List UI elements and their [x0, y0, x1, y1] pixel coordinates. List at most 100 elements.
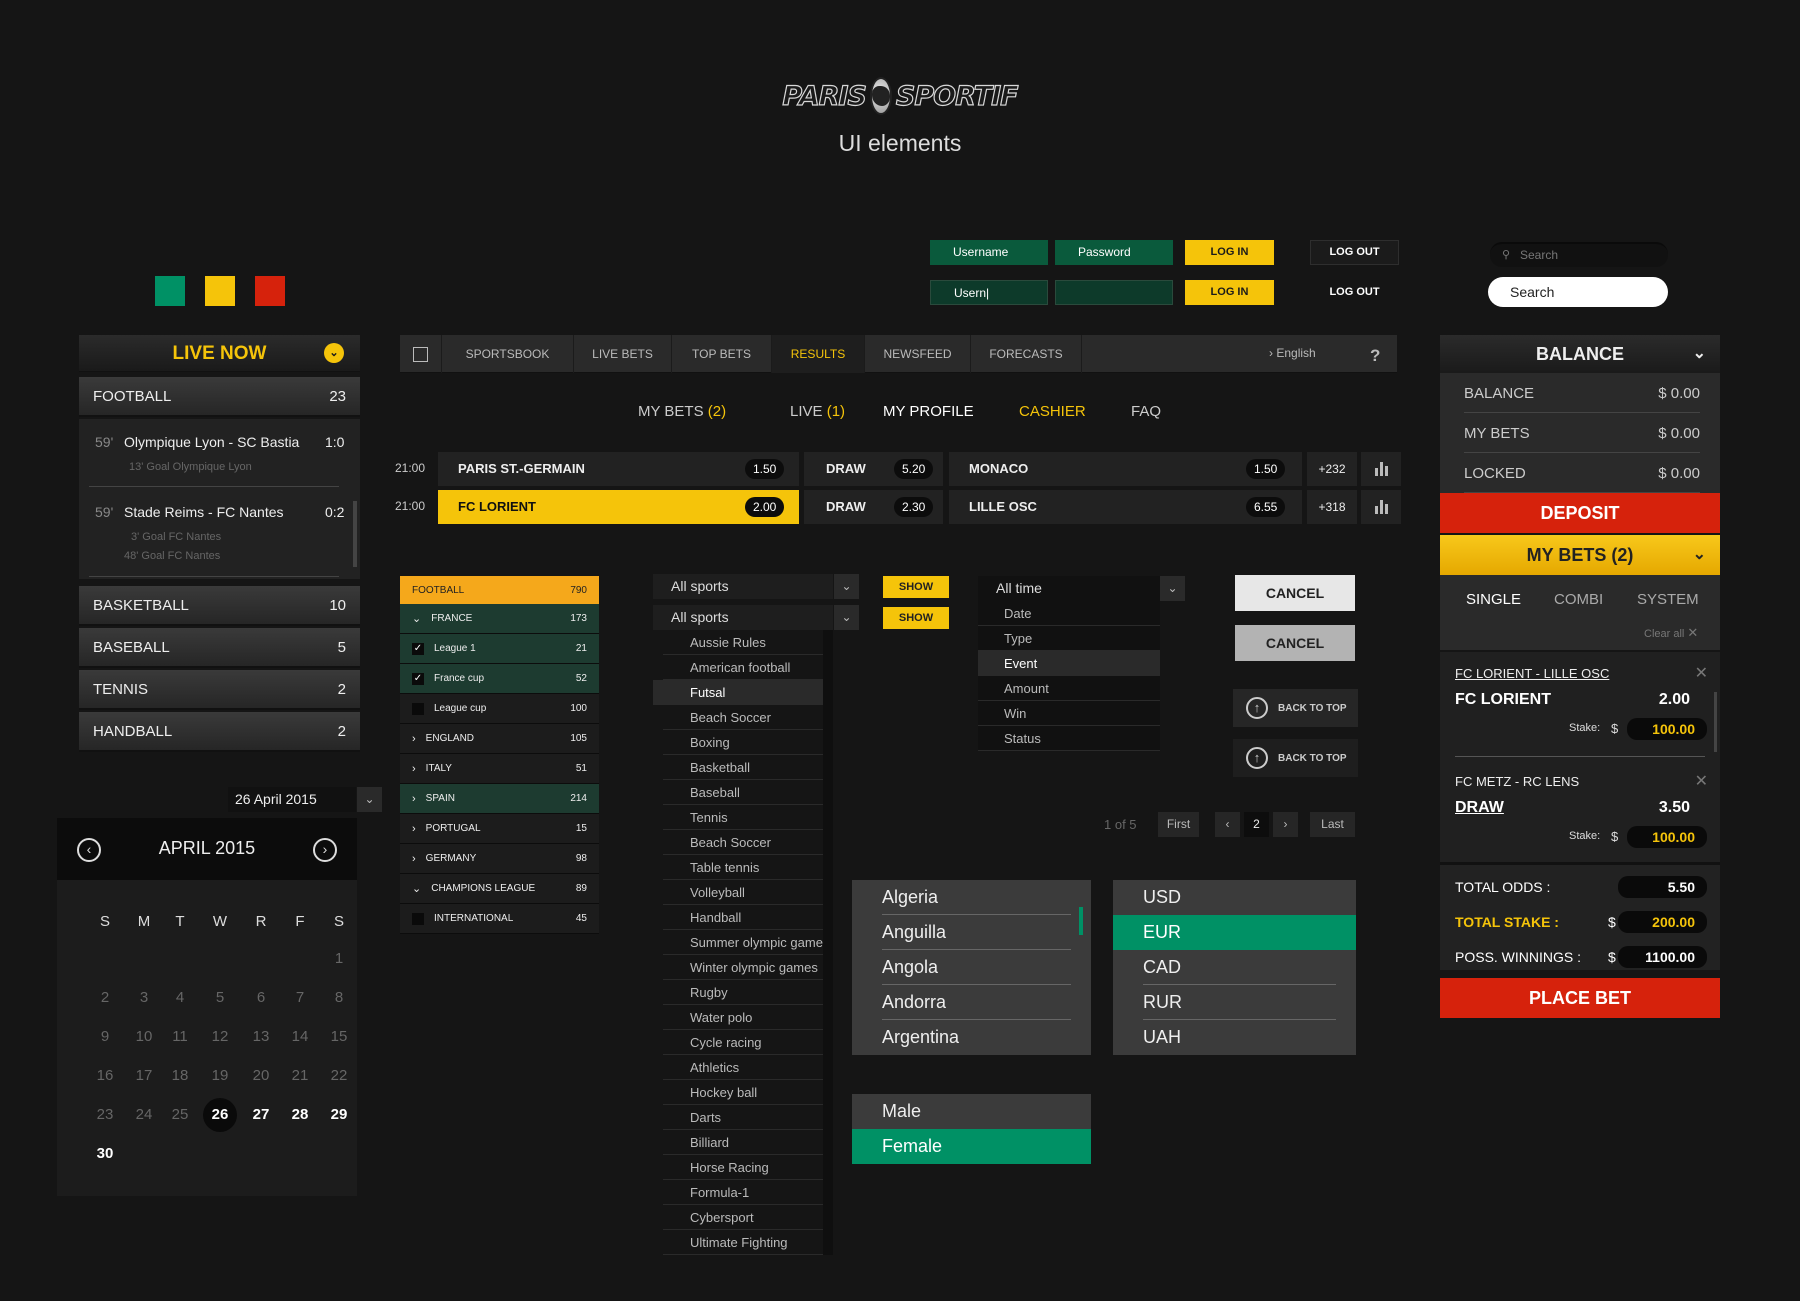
- scrollbar[interactable]: [353, 501, 357, 567]
- date-field[interactable]: 26 April 2015: [228, 787, 356, 812]
- sport-option[interactable]: Cybersport: [663, 1205, 833, 1230]
- sport-option[interactable]: Athletics: [663, 1055, 833, 1080]
- tree-row[interactable]: ✓ League 1 21: [400, 634, 599, 664]
- bet-match[interactable]: FC LORIENT - LILLE OSC: [1455, 666, 1609, 681]
- sport-option[interactable]: Horse Racing: [663, 1155, 833, 1180]
- stake-input[interactable]: 100.00: [1627, 826, 1707, 848]
- calendar-day[interactable]: 5: [203, 989, 237, 1006]
- subnav-live[interactable]: LIVE (1): [790, 403, 845, 420]
- tab-top-bets[interactable]: TOP BETS: [672, 335, 772, 373]
- stats-icon[interactable]: [1361, 452, 1401, 486]
- tree-row[interactable]: League cup 100: [400, 694, 599, 724]
- subnav-my-bets[interactable]: MY BETS (2): [638, 403, 726, 420]
- last-page-button[interactable]: Last: [1310, 812, 1355, 837]
- logout-button[interactable]: LOG OUT: [1310, 240, 1399, 265]
- scrollbar[interactable]: [823, 630, 833, 1255]
- chevron-down-icon[interactable]: ⌄: [1160, 576, 1185, 601]
- country-option[interactable]: Anguilla: [852, 915, 1091, 950]
- balance-header[interactable]: BALANCE ⌄: [1440, 335, 1720, 373]
- currency-option[interactable]: UAH: [1113, 1020, 1356, 1055]
- home-bet-cell[interactable]: FC LORIENT 2.00: [438, 490, 799, 524]
- calendar-day[interactable]: 3: [127, 989, 161, 1006]
- draw-bet-cell[interactable]: DRAW 5.20: [804, 452, 943, 486]
- place-bet-button[interactable]: PLACE BET: [1440, 978, 1720, 1018]
- username-field-focused[interactable]: Usern|: [930, 280, 1048, 305]
- sport-row-basketball[interactable]: BASKETBALL 10: [79, 586, 360, 626]
- calendar-day[interactable]: 23: [88, 1106, 122, 1123]
- logout-link[interactable]: LOG OUT: [1310, 280, 1399, 305]
- tab-sportsbook[interactable]: SPORTSBOOK: [442, 335, 574, 373]
- show-button[interactable]: SHOW: [883, 576, 949, 598]
- deposit-button[interactable]: DEPOSIT: [1440, 493, 1720, 533]
- tree-row[interactable]: › ENGLAND 105: [400, 724, 599, 754]
- back-to-top-button[interactable]: ↑ BACK TO TOP: [1233, 689, 1358, 727]
- country-option[interactable]: Andorra: [852, 985, 1091, 1020]
- gender-option[interactable]: Male: [852, 1094, 1091, 1129]
- tree-row[interactable]: ⌄ CHAMPIONS LEAGUE 89: [400, 874, 599, 904]
- close-icon[interactable]: ✕: [1695, 663, 1708, 683]
- time-option[interactable]: Event: [978, 651, 1160, 676]
- sport-option[interactable]: Hockey ball: [663, 1080, 833, 1105]
- calendar-day[interactable]: 1: [322, 950, 356, 967]
- tab-live-bets[interactable]: LIVE BETS: [574, 335, 672, 373]
- sport-option[interactable]: Futsal: [653, 680, 833, 705]
- sport-row-baseball[interactable]: BASEBALL 5: [79, 628, 360, 668]
- tab-combi[interactable]: COMBI: [1554, 591, 1603, 608]
- country-option[interactable]: Angola: [852, 950, 1091, 985]
- sport-row-football[interactable]: FOOTBALL 23: [79, 377, 360, 417]
- more-bets[interactable]: +318: [1307, 490, 1357, 524]
- sport-option[interactable]: Tennis: [663, 805, 833, 830]
- tree-row[interactable]: › PORTUGAL 15: [400, 814, 599, 844]
- time-option[interactable]: Win: [978, 701, 1160, 726]
- page-number[interactable]: 2: [1244, 812, 1269, 837]
- tree-row[interactable]: › GERMANY 98: [400, 844, 599, 874]
- time-option[interactable]: Type: [978, 626, 1160, 651]
- sport-option[interactable]: Ultimate Fighting: [663, 1230, 833, 1255]
- tree-row[interactable]: ⌄ FRANCE 173: [400, 604, 599, 634]
- time-option[interactable]: Status: [978, 726, 1160, 751]
- currency-option[interactable]: CAD: [1113, 950, 1356, 985]
- calendar-day[interactable]: 4: [163, 989, 197, 1006]
- login-button-hover[interactable]: LOG IN: [1185, 280, 1274, 305]
- tab-system[interactable]: SYSTEM: [1637, 591, 1699, 608]
- clear-all-link[interactable]: Clear all ✕: [1644, 625, 1698, 641]
- tree-row[interactable]: › ITALY 51: [400, 754, 599, 784]
- tree-row[interactable]: › SPAIN 214: [400, 784, 599, 814]
- gender-option-selected[interactable]: Female: [852, 1129, 1091, 1164]
- sport-option[interactable]: Formula-1: [663, 1180, 833, 1205]
- time-option[interactable]: Amount: [978, 676, 1160, 701]
- calendar-day[interactable]: 22: [322, 1067, 356, 1084]
- match-teams[interactable]: Olympique Lyon - SC Bastia: [124, 434, 299, 450]
- search-input-dark[interactable]: ⚲ Search: [1490, 242, 1668, 267]
- sport-option[interactable]: Winter olympic games: [663, 955, 833, 980]
- sport-option[interactable]: Beach Soccer: [663, 705, 833, 730]
- sport-option[interactable]: Boxing: [663, 730, 833, 755]
- tab-results[interactable]: RESULTS: [772, 335, 865, 373]
- cancel-button[interactable]: CANCEL: [1235, 575, 1355, 611]
- sport-option[interactable]: Handball: [663, 905, 833, 930]
- show-button-hover[interactable]: SHOW: [883, 607, 949, 629]
- sport-option[interactable]: American football: [663, 655, 833, 680]
- tree-row[interactable]: ✓ France cup 52: [400, 664, 599, 694]
- back-to-top-button-hover[interactable]: ↑ BACK TO TOP: [1233, 739, 1358, 777]
- calendar-day[interactable]: 12: [203, 1028, 237, 1045]
- sport-option[interactable]: Volleyball: [663, 880, 833, 905]
- username-field[interactable]: Username: [930, 240, 1048, 265]
- calendar-day[interactable]: 17: [127, 1067, 161, 1084]
- calendar-day[interactable]: 15: [322, 1028, 356, 1045]
- next-page-icon[interactable]: ›: [1273, 812, 1298, 837]
- bet-match[interactable]: FC METZ - RC LENS: [1455, 774, 1579, 789]
- calendar-day[interactable]: 27: [244, 1106, 278, 1123]
- time-dropdown[interactable]: All time: [978, 576, 1160, 601]
- calendar-day[interactable]: 25: [163, 1106, 197, 1123]
- chevron-down-icon[interactable]: ⌄: [324, 343, 344, 363]
- chevron-down-icon[interactable]: ⌄: [357, 787, 382, 812]
- currency-option-selected[interactable]: EUR: [1113, 915, 1356, 950]
- currency-option[interactable]: USD: [1113, 880, 1356, 915]
- scrollbar[interactable]: [1714, 692, 1717, 752]
- first-page-button[interactable]: First: [1158, 812, 1199, 837]
- menu-checkbox[interactable]: [400, 335, 442, 373]
- sport-option[interactable]: Rugby: [663, 980, 833, 1005]
- tree-row[interactable]: INTERNATIONAL 45: [400, 904, 599, 934]
- close-icon[interactable]: ✕: [1695, 771, 1708, 791]
